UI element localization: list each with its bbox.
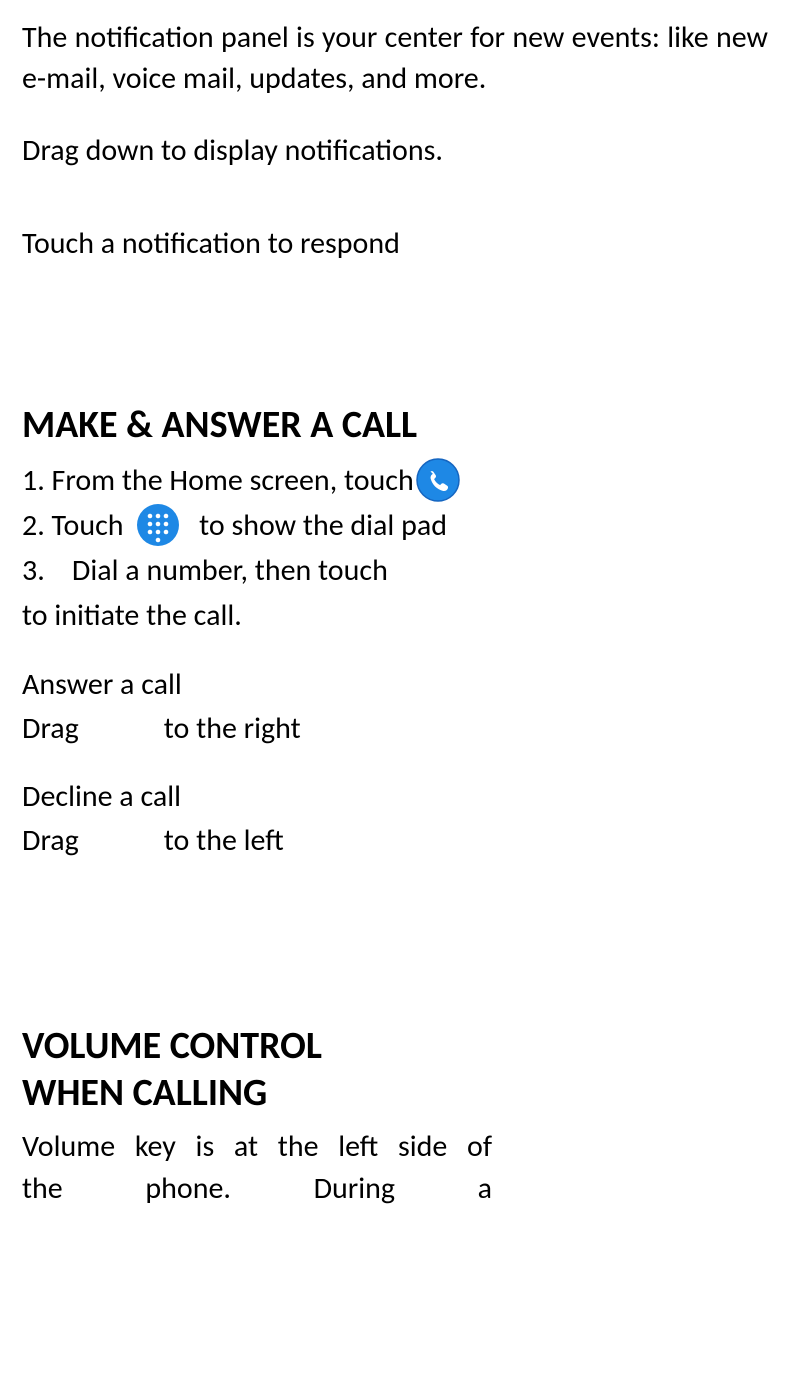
intro-para-3: Touch a notification to respond	[22, 224, 768, 265]
decline-call-heading: Decline a call	[22, 774, 768, 819]
step-1-text: 1. From the Home screen, touch	[22, 458, 414, 503]
step-2: 2. Touch to show the dial pad	[22, 503, 768, 548]
step-3a-text: 3. Dial a number, then touch	[22, 548, 388, 593]
answer-call-heading: Answer a call	[22, 662, 768, 707]
answer-drag-dir: to the right	[164, 710, 301, 747]
heading-make-answer-call: MAKE & ANSWER A CALL	[22, 402, 768, 450]
step-2-text-pre: 2. Touch	[22, 503, 130, 548]
answer-call-drag: Drag to the right	[22, 707, 768, 751]
step-3a: 3. Dial a number, then touch	[22, 548, 768, 593]
phone-icon	[416, 458, 460, 502]
intro-para-1: The notification panel is your center fo…	[22, 18, 768, 99]
heading-volume-l1: VOLUME CONTROL	[22, 1023, 768, 1071]
step-3b-text: to initiate the call.	[22, 593, 242, 638]
step-3b: to initiate the call.	[22, 593, 768, 638]
step-2-text-post: to show the dial pad	[192, 503, 447, 548]
volume-body-l2: the phone. During a	[22, 1168, 492, 1210]
heading-volume-l2: WHEN CALLING	[22, 1070, 768, 1118]
decline-drag-word: Drag	[22, 819, 157, 863]
answer-drag-word: Drag	[22, 707, 157, 751]
decline-call-drag: Drag to the left	[22, 819, 768, 863]
step-1: 1. From the Home screen, touch	[22, 458, 768, 503]
intro-para-2: Drag down to display notifications.	[22, 131, 768, 172]
dialpad-icon	[136, 503, 180, 547]
volume-body-l1: Volume key is at the left side of	[22, 1126, 492, 1168]
decline-drag-dir: to the left	[164, 822, 284, 859]
